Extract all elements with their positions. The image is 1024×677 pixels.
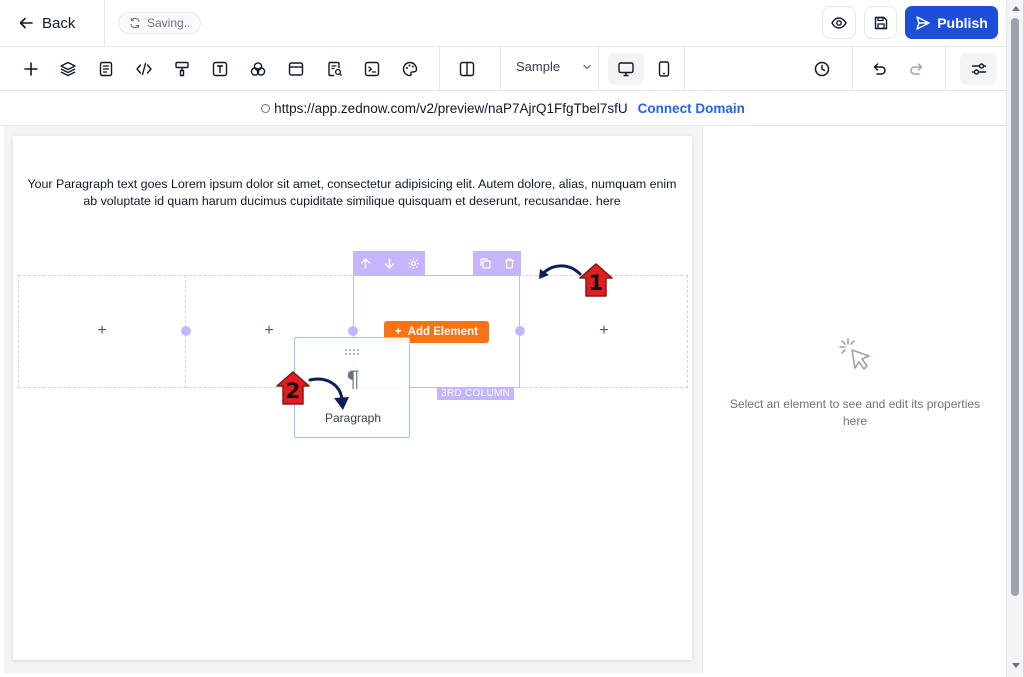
annotation-badge-1: 1: [578, 262, 614, 298]
arrow-down-icon: [384, 257, 394, 269]
layers-icon: [60, 61, 76, 77]
publish-label: Publish: [937, 14, 988, 31]
toolbar-divider: [500, 47, 501, 91]
add-to-column-4-button[interactable]: +: [596, 323, 612, 339]
move-up-button[interactable]: [353, 251, 377, 275]
column-toolbar: [353, 251, 425, 275]
mobile-view-button[interactable]: [646, 53, 682, 85]
code-icon: [136, 62, 152, 76]
terminal-icon: [364, 61, 380, 77]
send-icon: [916, 15, 930, 30]
divider: [104, 0, 105, 47]
seo-tool-button[interactable]: [323, 58, 347, 80]
palette-icon: [402, 61, 418, 77]
column-settings-button[interactable]: [401, 251, 425, 275]
duplicate-button[interactable]: [473, 251, 497, 275]
redo-icon: [910, 63, 923, 75]
text-tool-button[interactable]: [208, 58, 232, 80]
properties-hint: Select an element to see and edit its pr…: [729, 397, 981, 428]
save-button[interactable]: [864, 6, 897, 39]
saving-label: Saving..: [147, 16, 191, 30]
toolbar-divider: [439, 47, 440, 91]
back-button[interactable]: Back: [18, 12, 75, 34]
preview-url[interactable]: https://app.zednow.com/v2/preview/naP7Aj…: [261, 100, 628, 116]
sliders-icon: [971, 63, 986, 75]
style-tool-button[interactable]: [170, 58, 194, 80]
column-label: 3RD COLUMN: [437, 388, 515, 400]
url-bar: https://app.zednow.com/v2/preview/naP7Aj…: [0, 91, 1006, 126]
sample-dropdown[interactable]: Sample: [516, 59, 592, 74]
mobile-icon: [658, 61, 670, 77]
text-icon: [212, 61, 228, 77]
toolbar-divider: [852, 47, 853, 91]
badge-number: 1: [588, 271, 604, 295]
section-tool-button[interactable]: [284, 58, 308, 80]
toolbar-divider: [598, 47, 599, 91]
saving-status: Saving..: [118, 12, 202, 34]
refresh-icon: [130, 17, 140, 29]
undo-button[interactable]: [867, 58, 891, 80]
annotation-arrow-2: [308, 377, 349, 410]
scrollbar[interactable]: [1006, 0, 1023, 677]
resize-handle[interactable]: [515, 326, 525, 336]
history-button[interactable]: [810, 58, 834, 80]
pages-tool-button[interactable]: [94, 58, 118, 80]
delete-button[interactable]: [497, 251, 521, 275]
properties-panel: Select an element to see and edit its pr…: [702, 126, 1006, 673]
preview-url-text: https://app.zednow.com/v2/preview/naP7Aj…: [274, 100, 628, 116]
desktop-view-button[interactable]: [608, 53, 644, 85]
page-icon: [99, 61, 113, 77]
column-actions: [473, 251, 521, 275]
editor-window: Back Saving.. Publish Sample https://app…: [0, 0, 1024, 677]
resize-handle[interactable]: [181, 326, 191, 336]
layers-tool-button[interactable]: [56, 58, 80, 80]
paint-roller-icon: [175, 61, 189, 77]
settings-panel-button[interactable]: [960, 53, 997, 85]
globe-icon: [261, 103, 271, 113]
undo-icon: [873, 63, 886, 75]
top-bar: Back Saving.. Publish: [0, 0, 1006, 47]
history-icon: [814, 61, 830, 77]
scroll-thumb[interactable]: [1011, 18, 1019, 596]
copy-icon: [479, 257, 491, 269]
layout-tool-button[interactable]: [455, 58, 479, 80]
eye-icon: [831, 16, 847, 29]
code-tool-button[interactable]: [132, 58, 156, 80]
publish-button[interactable]: Publish: [905, 6, 998, 39]
theme-tool-button[interactable]: [398, 58, 422, 80]
save-icon: [874, 16, 887, 29]
toolbar: Sample: [0, 47, 1006, 91]
preview-button[interactable]: [822, 6, 856, 39]
redo-button[interactable]: [905, 58, 929, 80]
sample-label: Sample: [516, 59, 561, 74]
chevron-down-icon: [583, 64, 591, 69]
cursor-click-icon: [839, 338, 870, 370]
paragraph-element[interactable]: Your Paragraph text goes Lorem ipsum dol…: [22, 176, 682, 210]
arrow-left-icon: [19, 17, 33, 29]
drag-handle-icon: [345, 349, 359, 355]
add-to-column-2-button[interactable]: +: [261, 323, 277, 339]
shapes-tool-button[interactable]: [246, 58, 270, 80]
scroll-down-icon[interactable]: [1012, 663, 1020, 668]
shapes-icon: [250, 62, 266, 76]
trash-icon: [504, 257, 514, 269]
add-element-label: Add Element: [407, 326, 478, 338]
script-tool-button[interactable]: [360, 58, 384, 80]
columns-icon: [459, 61, 475, 77]
desktop-icon: [618, 62, 634, 77]
connect-domain-link[interactable]: Connect Domain: [638, 101, 745, 116]
scroll-up-icon[interactable]: [1012, 6, 1020, 11]
back-label: Back: [42, 14, 76, 32]
toolbar-divider: [945, 47, 946, 91]
resize-handle[interactable]: [348, 326, 358, 336]
search-doc-icon: [328, 61, 343, 77]
add-to-column-1-button[interactable]: +: [94, 323, 110, 339]
gear-icon: [407, 257, 419, 269]
add-tool-button[interactable]: [19, 58, 43, 80]
arrow-up-icon: [360, 257, 370, 269]
move-down-button[interactable]: [377, 251, 401, 275]
window-icon: [288, 62, 304, 76]
plus-icon: [24, 62, 38, 76]
toolbar-divider: [684, 47, 685, 91]
